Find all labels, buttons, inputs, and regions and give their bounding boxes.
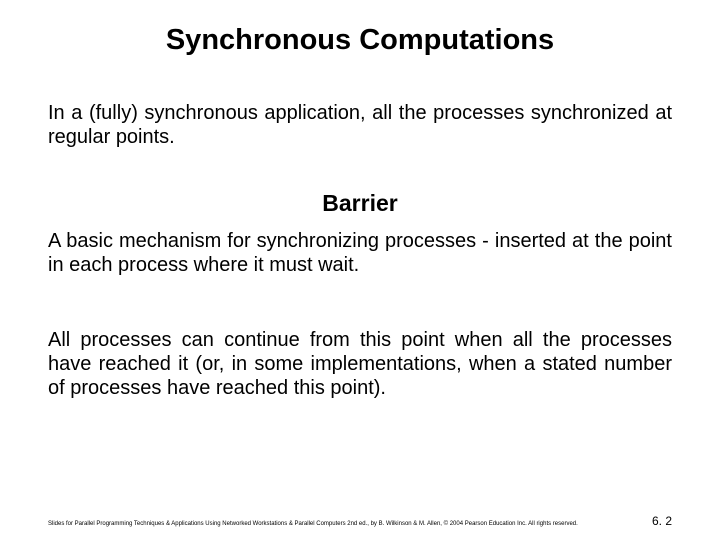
body-paragraph-2: All processes can continue from this poi…	[48, 328, 672, 401]
footer-credits: Slides for Parallel Programming Techniqu…	[48, 521, 652, 528]
slide: Synchronous Computations In a (fully) sy…	[0, 0, 720, 540]
body-paragraph-1: A basic mechanism for synchronizing proc…	[48, 229, 672, 278]
barrier-subheading: Barrier	[48, 190, 672, 217]
footer: Slides for Parallel Programming Techniqu…	[48, 514, 672, 528]
slide-title: Synchronous Computations	[48, 24, 672, 57]
page-number: 6. 2	[652, 514, 672, 528]
intro-paragraph: In a (fully) synchronous application, al…	[48, 101, 672, 150]
